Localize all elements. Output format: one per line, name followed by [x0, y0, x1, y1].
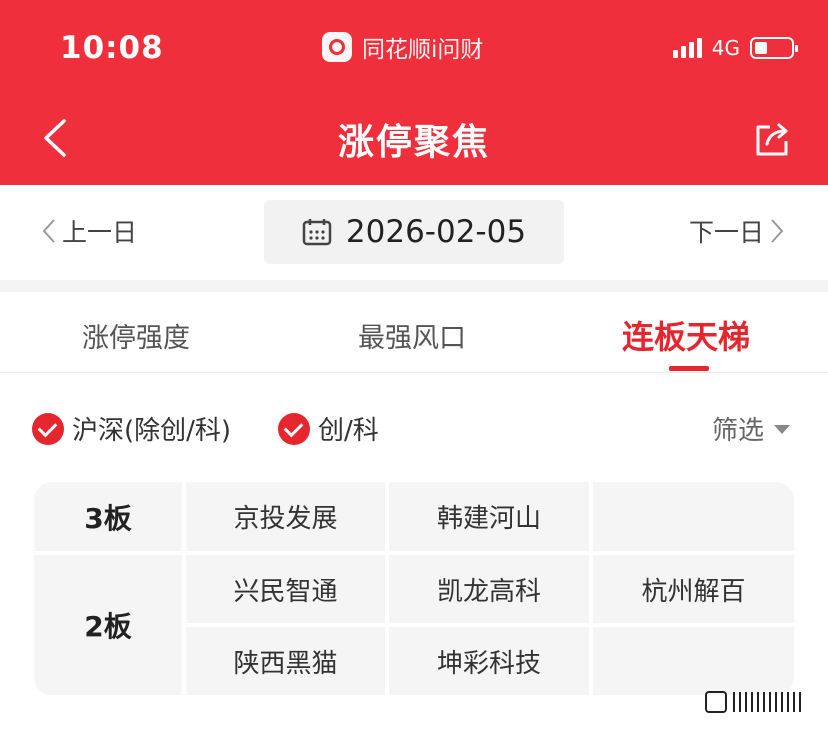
filter-shanghai-shenzhen-label: 沪深(除创/科) [72, 416, 232, 446]
chevron-right-icon [771, 219, 784, 243]
next-day-button[interactable]: 下一日 [689, 213, 784, 249]
active-tab-indicator [669, 366, 709, 371]
screen-dropdown[interactable]: 筛选 [712, 410, 790, 447]
app-name: 同花顺i问财 [362, 37, 484, 63]
filter-chinext-star-label: 创/科 [318, 416, 379, 446]
battery-icon [750, 37, 798, 59]
status-indicators: 4G [672, 36, 798, 60]
calendar-icon [302, 219, 332, 246]
tab-consecutive-board-ladder[interactable]: 连板天梯 [622, 312, 750, 358]
market-filters: 沪深(除创/科) 创/科 筛选 [0, 402, 828, 454]
stock-cell[interactable]: 陕西黑猫 [186, 627, 385, 695]
board-ladder-table: 3板 京投发展 韩建河山 2板 兴民智通 凯龙高科 杭州解百 陕西黑猫 坤彩科技 [34, 482, 794, 695]
current-date: 2026-02-05 [345, 214, 527, 250]
stock-cell[interactable]: 坤彩科技 [389, 627, 589, 695]
app-indicator: 同花顺i问财 [322, 30, 483, 64]
screen-dropdown-label: 筛选 [711, 416, 764, 446]
tab-hottest-theme[interactable]: 最强风口 [358, 316, 466, 355]
tab-limit-up-strength[interactable]: 涨停强度 [82, 316, 190, 355]
tier-label-2: 2板 [34, 555, 182, 695]
section-divider [0, 280, 828, 292]
app-header: 10:08 同花顺i问财 4G 涨停聚焦 [0, 0, 828, 185]
date-navigation: 上一日 2026-02-05 下一日 [0, 185, 828, 280]
status-time: 10:08 [60, 30, 164, 66]
stock-cell[interactable]: 凯龙高科 [389, 555, 589, 623]
prev-day-button[interactable]: 上一日 [42, 213, 137, 249]
app-logo-icon [322, 32, 352, 62]
date-picker[interactable]: 2026-02-05 [264, 200, 564, 264]
checked-icon [32, 412, 64, 445]
stock-cell[interactable]: 韩建河山 [389, 482, 589, 551]
checked-icon [278, 412, 310, 445]
watermark-icon [705, 691, 801, 713]
filter-shanghai-shenzhen[interactable]: 沪深(除创/科) [32, 410, 231, 447]
next-day-label: 下一日 [688, 218, 764, 247]
tab-bar: 涨停强度 最强风口 连板天梯 [0, 292, 828, 373]
prev-day-label: 上一日 [62, 218, 138, 247]
page-title: 涨停聚焦 [337, 122, 490, 163]
chevron-left-icon [42, 219, 55, 243]
share-icon[interactable] [754, 121, 790, 157]
stock-cell[interactable]: 兴民智通 [186, 555, 385, 623]
tier-label-3: 3板 [34, 482, 182, 551]
caret-down-icon [774, 425, 790, 434]
stock-cell[interactable]: 京投发展 [186, 482, 385, 551]
filter-chinext-star[interactable]: 创/科 [278, 410, 379, 447]
stock-cell[interactable]: 杭州解百 [593, 555, 794, 623]
network-type: 4G [711, 36, 740, 60]
empty-cell [593, 627, 794, 695]
empty-cell [593, 482, 794, 551]
signal-icon [672, 38, 702, 58]
